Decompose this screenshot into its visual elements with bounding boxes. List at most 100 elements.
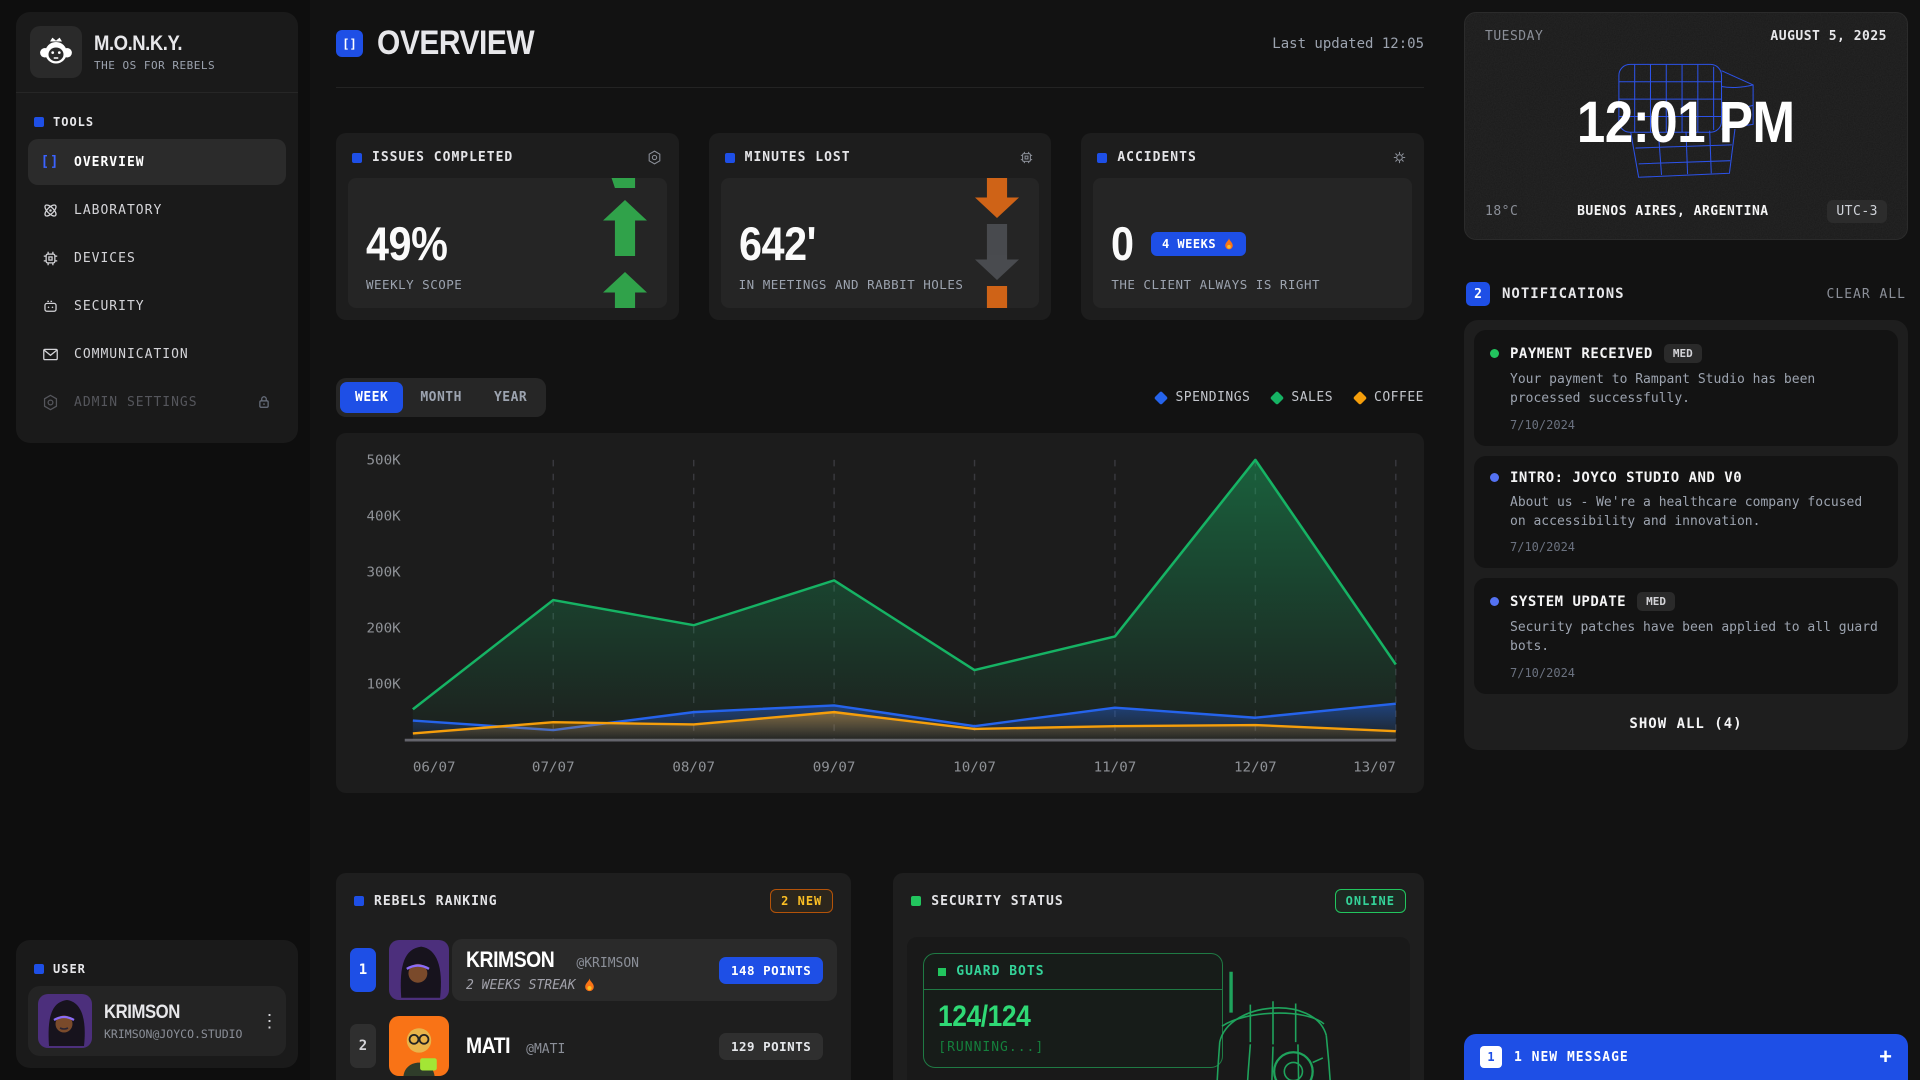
svg-text:100K: 100K (367, 677, 402, 692)
chip-icon (40, 248, 60, 268)
app-root: M.O.N.K.Y. THE OS FOR REBELS TOOLS [] OV… (0, 0, 1920, 1080)
guard-bots-module: GUARD BOTS 124/124 [RUNNING...] (923, 953, 1223, 1068)
new-message-bar[interactable]: 1 1 NEW MESSAGE + (1464, 1034, 1908, 1080)
legend-coffee: COFFEE (1355, 390, 1424, 405)
stat-card-issues-completed: ISSUES COMPLETED 49% WEEKLY SCOPE (336, 133, 679, 320)
svg-text:13/07: 13/07 (1353, 760, 1396, 775)
security-status-panel: SECURITY STATUS ONLINE GUARD BOTS 124/12… (893, 873, 1424, 1080)
legend-spendings: SPENDINGS (1156, 390, 1250, 405)
page-title: OVERVIEW (377, 24, 534, 63)
sidebar: M.O.N.K.Y. THE OS FOR REBELS TOOLS [] OV… (0, 0, 310, 1080)
blue-square-icon (354, 896, 364, 906)
brackets-icon: [] (336, 30, 363, 57)
stat-value-box: 0 4 WEEKS THE CLIENT ALWAYS IS RIGHT (1093, 178, 1412, 308)
points-badge: 129 POINTS (719, 1033, 823, 1060)
tools-section-label: TOOLS (28, 103, 286, 139)
status-dot (1490, 349, 1499, 358)
sidebar-item-communication[interactable]: COMMUNICATION (28, 331, 286, 377)
rebels-ranking-panel: REBELS RANKING 2 NEW 1 (336, 873, 851, 1080)
show-all-button[interactable]: SHOW ALL (4) (1474, 704, 1898, 740)
notifications-title: NOTIFICATIONS (1502, 286, 1625, 302)
tab-year[interactable]: YEAR (479, 382, 542, 413)
message-label: 1 NEW MESSAGE (1514, 1050, 1629, 1065)
monkey-logo-icon (30, 26, 82, 78)
avatar (389, 1016, 449, 1076)
blue-square-icon (352, 153, 362, 163)
rebel-name: MATI (466, 1033, 510, 1059)
notification-system-update[interactable]: SYSTEM UPDATE MED Security patches have … (1474, 578, 1898, 694)
clock-time: 12:01 PM (1577, 89, 1795, 156)
sidebar-top-card: M.O.N.K.Y. THE OS FOR REBELS TOOLS [] OV… (16, 12, 298, 443)
ranking-row-1[interactable]: 1 KRIMSON @KRIMSON (350, 939, 837, 1001)
user-email: KRIMSON@JOYCO.STUDIO (104, 1027, 242, 1041)
stat-card-minutes-lost: MINUTES LOST 642' IN MEETINGS AND RABBIT… (709, 133, 1052, 320)
user-menu-dots-icon[interactable]: ⋮ (254, 1011, 284, 1032)
svg-text:12/07: 12/07 (1234, 760, 1277, 775)
rebel-streak: 2 WEEKS STREAK (466, 977, 639, 993)
tab-month[interactable]: MONTH (405, 382, 477, 413)
notifications-list: PAYMENT RECEIVED MED Your payment to Ram… (1464, 320, 1908, 750)
bottom-row: REBELS RANKING 2 NEW 1 (336, 873, 1424, 1080)
notifications-header: 2 NOTIFICATIONS CLEAR ALL (1464, 282, 1908, 306)
svg-text:11/07: 11/07 (1094, 760, 1137, 775)
sidebar-item-overview[interactable]: [] OVERVIEW (28, 139, 286, 185)
tab-week[interactable]: WEEK (340, 382, 403, 413)
atom-icon (40, 200, 60, 220)
clear-all-button[interactable]: CLEAR ALL (1827, 287, 1906, 302)
svg-text:10/07: 10/07 (953, 760, 996, 775)
guard-bot-wireframe (1188, 951, 1358, 1080)
lock-icon (254, 392, 274, 412)
diamond-icon (1154, 390, 1168, 404)
fire-icon (1223, 237, 1235, 251)
ranking-row-2[interactable]: 2 MATI @MA (350, 1015, 837, 1077)
envelope-icon (40, 344, 60, 364)
timezone-badge: UTC-3 (1827, 200, 1887, 223)
rebel-name: KRIMSON (466, 947, 554, 973)
settings-nut-icon[interactable] (646, 149, 663, 166)
nut-icon (40, 392, 60, 412)
page-header: [] OVERVIEW Last updated 12:05 (336, 0, 1424, 88)
clock-widget: TUESDAY AUGUST 5, 2025 12:01 PM (1464, 12, 1908, 240)
status-dot (1490, 473, 1499, 482)
online-badge: ONLINE (1335, 889, 1406, 913)
app-subtitle: THE OS FOR REBELS (94, 59, 215, 72)
stat-title: MINUTES LOST (745, 150, 851, 165)
settings-chip-icon[interactable] (1018, 149, 1035, 166)
robot-icon (40, 296, 60, 316)
logo-text: M.O.N.K.Y. THE OS FOR REBELS (94, 32, 215, 72)
chart-range-tabs: WEEK MONTH YEAR (336, 378, 546, 417)
stat-card-accidents: ACCIDENTS 0 4 WEEKS (1081, 133, 1424, 320)
temperature: 18°C (1485, 204, 1518, 219)
svg-text:07/07: 07/07 (532, 760, 575, 775)
svg-text:08/07: 08/07 (672, 760, 715, 775)
avatar (389, 940, 449, 1000)
rebel-handle: @KRIMSON (576, 956, 639, 971)
main-content: [] OVERVIEW Last updated 12:05 ISSUES CO… (310, 0, 1450, 1080)
streak-badge: 4 WEEKS (1151, 232, 1246, 256)
stat-caption: THE CLIENT ALWAYS IS RIGHT (1111, 277, 1394, 292)
right-panel: TUESDAY AUGUST 5, 2025 12:01 PM (1450, 0, 1920, 1080)
user-info: KRIMSON KRIMSON@JOYCO.STUDIO (104, 1002, 242, 1041)
priority-badge: MED (1664, 344, 1702, 363)
clock-date: AUGUST 5, 2025 (1770, 29, 1887, 44)
user-section-label: USER (28, 950, 286, 986)
settings-gear-icon[interactable] (1391, 149, 1408, 166)
trend-up-arrows-icon (603, 178, 647, 308)
logo-block: M.O.N.K.Y. THE OS FOR REBELS (16, 12, 298, 93)
notification-payment-received[interactable]: PAYMENT RECEIVED MED Your payment to Ram… (1474, 330, 1898, 446)
sidebar-item-devices[interactable]: DEVICES (28, 235, 286, 281)
notification-intro[interactable]: INTRO: JOYCO STUDIO AND V0 About us - We… (1474, 456, 1898, 569)
svg-text:200K: 200K (367, 621, 402, 636)
plus-icon[interactable]: + (1879, 1046, 1892, 1068)
blue-square-icon (34, 117, 44, 127)
sidebar-item-laboratory[interactable]: LABORATORY (28, 187, 286, 233)
panel-title: SECURITY STATUS (931, 894, 1063, 909)
chart-panel: 100K200K300K400K500K06/0707/0708/0709/07… (336, 433, 1424, 793)
user-profile[interactable]: KRIMSON KRIMSON@JOYCO.STUDIO ⋮ (28, 986, 286, 1056)
sidebar-item-admin-settings[interactable]: ADMIN SETTINGS (28, 379, 286, 425)
rank-badge: 1 (350, 948, 376, 992)
diamond-icon (1353, 390, 1367, 404)
svg-text:06/07: 06/07 (413, 760, 456, 775)
sidebar-item-security[interactable]: SECURITY (28, 283, 286, 329)
svg-text:09/07: 09/07 (813, 760, 856, 775)
